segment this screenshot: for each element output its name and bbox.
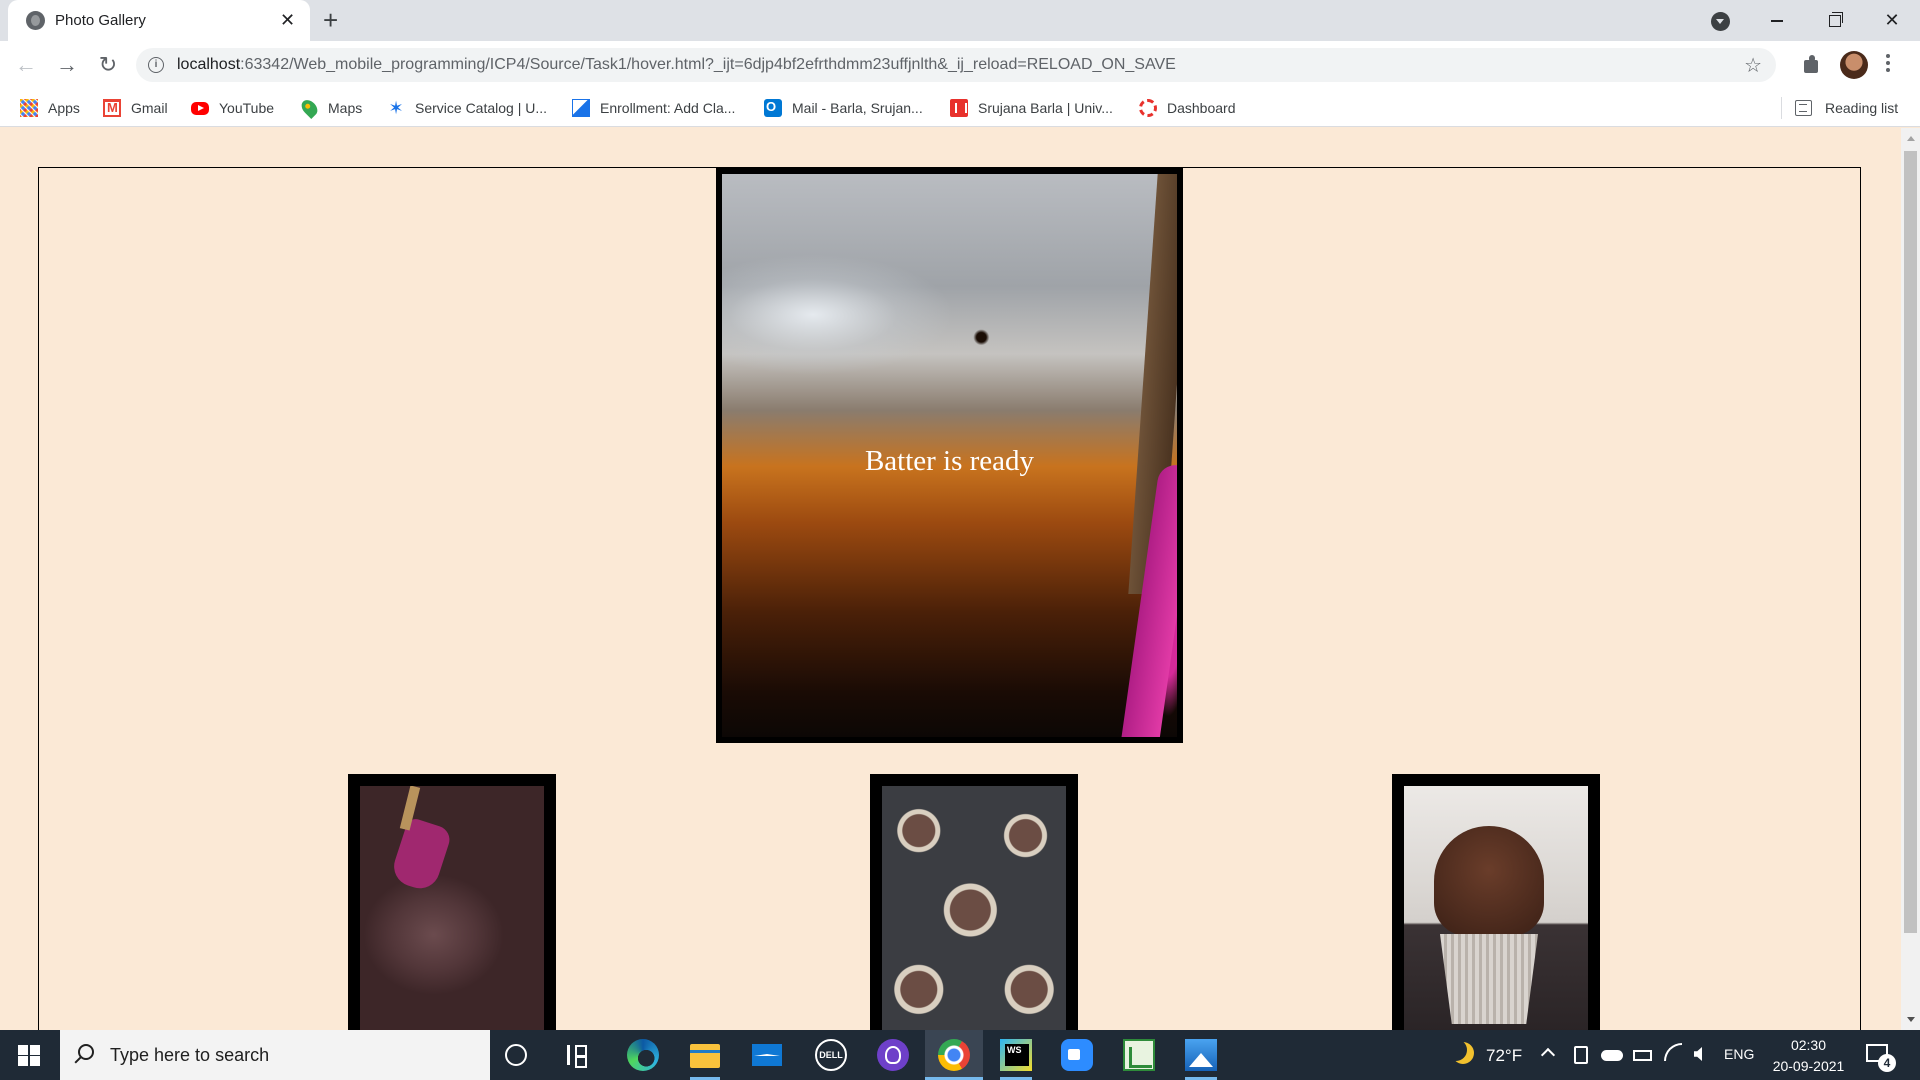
enrollment-icon (572, 99, 590, 117)
search-icon (78, 1044, 94, 1060)
batter-with-spatula-photo (360, 786, 544, 1030)
gmail-icon (103, 99, 121, 117)
service-catalog-icon: ✶ (388, 98, 404, 118)
notification-count-badge: 4 (1878, 1054, 1896, 1072)
scroll-up-arrow-icon[interactable] (1907, 136, 1915, 141)
windows-taskbar: Type here to search DELL 72°F ENG 02:30 … (0, 1030, 1920, 1080)
page-viewport: Batter is ready (0, 128, 1901, 1030)
chart-app-icon[interactable] (1123, 1039, 1155, 1071)
new-tab-icon[interactable]: + (323, 6, 338, 34)
chrome-menu-icon[interactable] (1885, 52, 1891, 78)
bookmark-label: Srujana Barla | Univ... (978, 100, 1113, 116)
photos-app-icon[interactable] (1185, 1039, 1217, 1071)
bookmark-label: Enrollment: Add Cla... (600, 100, 736, 116)
input-language[interactable]: ENG (1724, 1046, 1754, 1080)
hero-caption: Batter is ready (864, 445, 1035, 477)
github-desktop-icon[interactable] (877, 1039, 909, 1071)
reload-icon[interactable]: ↻ (96, 53, 120, 77)
bookmarks-divider (1781, 97, 1782, 119)
extensions-puzzle-icon[interactable] (1801, 54, 1823, 76)
outlook-mail-icon (764, 99, 782, 117)
chrome-browser-icon[interactable] (938, 1039, 970, 1071)
restore-window-icon[interactable] (1814, 6, 1854, 34)
reading-list-label: Reading list (1825, 100, 1899, 116)
onedrive-cloud-icon[interactable] (1601, 1050, 1623, 1061)
close-tab-icon[interactable]: ✕ (280, 9, 295, 31)
featured-photo-frame[interactable]: Batter is ready (716, 168, 1183, 743)
system-clock[interactable]: 02:30 20-09-2021 (1766, 1035, 1851, 1080)
maps-pin-icon (298, 97, 321, 119)
device-icon[interactable] (1574, 1046, 1588, 1064)
browser-toolbar: ← → ↻ i localhost:63342/Web_mobile_progr… (0, 41, 1920, 89)
edge-browser-icon[interactable] (627, 1039, 659, 1071)
bookmark-label: Maps (328, 100, 363, 116)
taskbar-search-box[interactable]: Type here to search (60, 1030, 490, 1080)
scroll-down-arrow-icon[interactable] (1907, 1017, 1915, 1022)
profile-avatar[interactable] (1840, 51, 1868, 79)
gallery-thumbnail[interactable] (348, 774, 556, 1030)
file-explorer-icon[interactable] (690, 1044, 720, 1068)
battery-icon[interactable] (1633, 1050, 1652, 1061)
zoom-app-icon[interactable] (1061, 1039, 1093, 1071)
university-icon (950, 99, 968, 117)
frosted-chocolate-cupcake-photo (1404, 786, 1588, 1030)
globe-favicon-icon (26, 11, 45, 30)
bookmark-label: Mail - Barla, Srujan... (792, 100, 923, 116)
address-bar[interactable]: i localhost:63342/Web_mobile_programming… (136, 48, 1776, 82)
bookmark-label: YouTube (219, 100, 275, 116)
minimize-window-icon[interactable] (1757, 6, 1797, 34)
webstorm-icon[interactable] (1000, 1039, 1032, 1071)
weather-moon-icon[interactable] (1452, 1042, 1474, 1064)
url-host: localhost (177, 56, 241, 73)
vertical-scrollbar[interactable] (1901, 128, 1920, 1030)
url-text[interactable]: localhost:63342/Web_mobile_programming/I… (177, 56, 1176, 74)
taskbar-search-placeholder: Type here to search (110, 1045, 270, 1065)
bookmark-star-icon[interactable]: ☆ (1744, 53, 1762, 78)
weather-temperature[interactable]: 72°F (1486, 1046, 1522, 1080)
wifi-icon[interactable] (1664, 1043, 1682, 1061)
bookmark-label: Service Catalog | U... (415, 100, 548, 116)
mail-app-icon[interactable] (752, 1044, 782, 1066)
bookmark-label: Dashboard (1167, 100, 1236, 116)
gallery-thumbnail[interactable] (870, 774, 1078, 1030)
show-hidden-icons-chevron-icon[interactable] (1540, 1047, 1556, 1063)
bookmark-label: Apps (48, 100, 80, 116)
clock-time: 02:30 (1790, 1037, 1827, 1053)
forward-arrow-icon[interactable]: → (55, 53, 79, 77)
reading-list-icon (1795, 100, 1812, 116)
apps-grid-icon (20, 99, 38, 117)
browser-tab-strip: Photo Gallery ✕ + ✕ (0, 0, 1920, 41)
cortana-icon[interactable] (505, 1044, 527, 1066)
windows-start-icon[interactable] (18, 1045, 40, 1066)
url-path: :63342/Web_mobile_programming/ICP4/Sourc… (240, 56, 1176, 73)
close-window-icon[interactable]: ✕ (1872, 6, 1912, 34)
dashboard-icon (1139, 99, 1157, 117)
back-arrow-icon[interactable]: ← (14, 53, 38, 77)
gallery-thumbnail[interactable] (1392, 774, 1600, 1030)
clock-date: 20-09-2021 (1772, 1058, 1845, 1074)
active-tab[interactable]: Photo Gallery ✕ (8, 0, 310, 41)
volume-icon[interactable] (1694, 1047, 1702, 1061)
scrollbar-thumb[interactable] (1904, 151, 1917, 933)
cupcake-tray-batter-photo (882, 786, 1066, 1030)
tab-title: Photo Gallery (55, 12, 146, 29)
dell-app-icon[interactable]: DELL (815, 1039, 847, 1071)
bookmarks-bar: Apps Gmail YouTube Maps ✶ Service Catalo… (0, 89, 1920, 127)
task-view-icon[interactable] (567, 1045, 589, 1068)
youtube-icon (191, 102, 209, 115)
bookmark-label: Gmail (131, 100, 168, 116)
tab-search-icon[interactable] (1711, 12, 1730, 31)
site-info-icon[interactable]: i (148, 57, 164, 73)
